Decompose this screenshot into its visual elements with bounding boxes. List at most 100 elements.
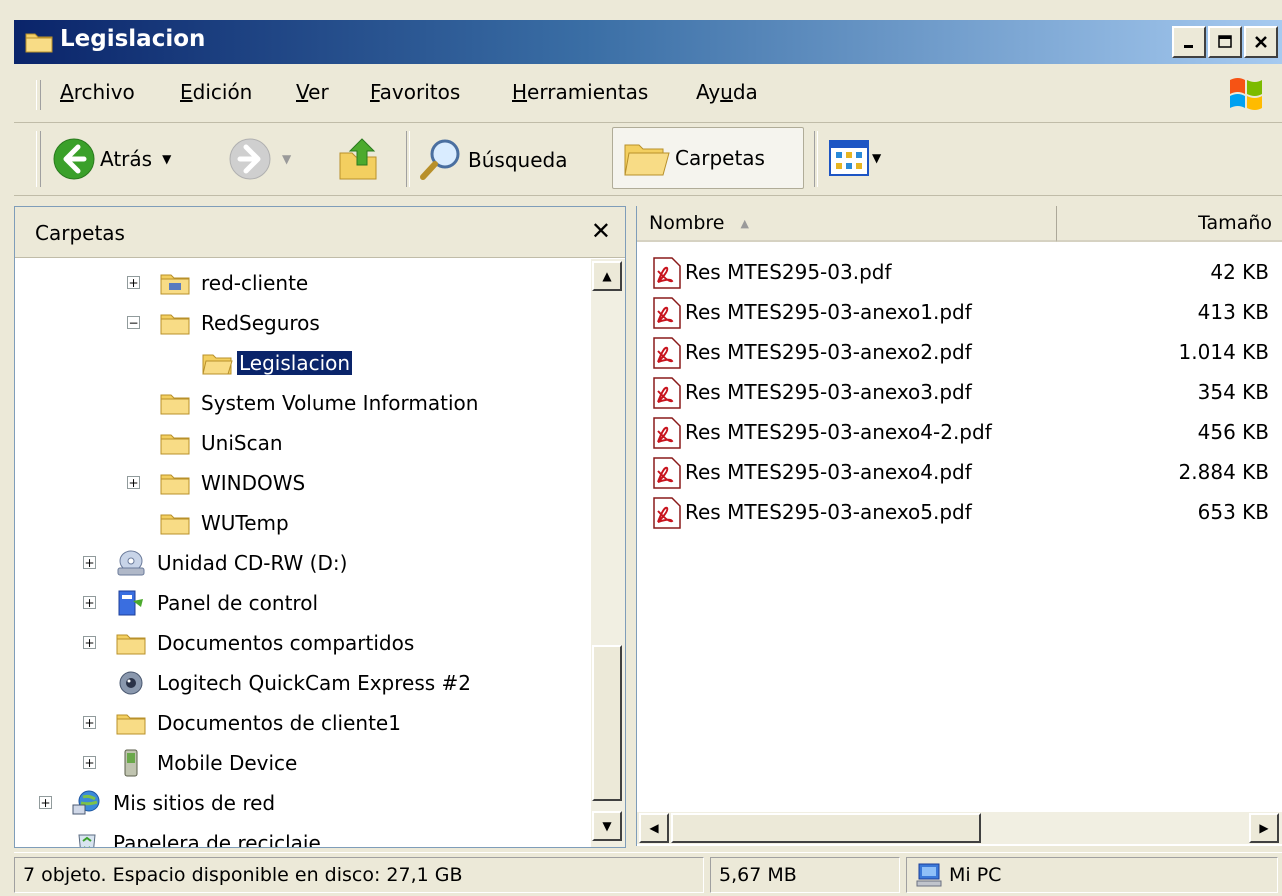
expand-icon[interactable]: + — [83, 716, 96, 729]
status-objects-text: 7 objeto. Espacio disponible en disco: 2… — [23, 864, 463, 886]
pdf-file-icon — [653, 377, 681, 409]
tree-item-windows[interactable]: WINDOWS — [159, 466, 307, 500]
expand-icon[interactable]: + — [83, 636, 96, 649]
file-size: 456 KB — [1197, 420, 1269, 444]
tree-item-recycle-bin[interactable]: Papelera de reciclaje — [71, 826, 323, 847]
toolbar-grip[interactable] — [36, 131, 41, 187]
scroll-right-button[interactable]: ▶ — [1249, 813, 1279, 843]
back-arrow-icon — [53, 138, 95, 180]
menu-grip[interactable] — [36, 80, 41, 110]
title-bar[interactable]: Legislacion — [14, 20, 1282, 64]
maximize-button[interactable] — [1208, 26, 1242, 58]
folders-button[interactable]: Carpetas — [612, 127, 804, 189]
tree-item-label: RedSeguros — [201, 311, 320, 335]
tree-item-webcam[interactable]: Logitech QuickCam Express #2 — [115, 666, 473, 700]
tree-item-legislacion[interactable]: Legislacion — [201, 346, 353, 380]
folder-icon — [25, 33, 53, 53]
horizontal-scroll-thumb[interactable] — [671, 813, 981, 843]
tree-item-label: WUTemp — [201, 511, 289, 535]
expand-icon[interactable]: + — [127, 476, 140, 489]
tree-item-wutemp[interactable]: WUTemp — [159, 506, 291, 540]
close-pane-icon[interactable]: ✕ — [591, 217, 611, 245]
expand-icon[interactable]: + — [83, 556, 96, 569]
tree-item-label: Mis sitios de red — [113, 791, 276, 815]
file-row[interactable]: Res MTES295-03-anexo1.pdf 413 KB — [637, 292, 1282, 332]
arrow-left-icon: ◀ — [649, 821, 659, 835]
search-button[interactable]: Búsqueda — [418, 137, 567, 183]
file-row[interactable]: Res MTES295-03-anexo3.pdf 354 KB — [637, 372, 1282, 412]
tree-item-network-places[interactable]: Mis sitios de red — [71, 786, 277, 820]
files-horizontal-scrollbar[interactable]: ◀ ▶ — [637, 812, 1282, 844]
my-computer-icon — [916, 863, 942, 887]
network-folder-icon — [160, 274, 190, 295]
views-icon — [829, 140, 869, 176]
forward-dropdown-icon[interactable]: ▼ — [282, 152, 291, 166]
menu-herramientas[interactable]: Herramientas — [512, 80, 648, 104]
open-folder-icon — [202, 354, 233, 375]
forward-button[interactable]: ▼ — [228, 137, 291, 181]
file-row[interactable]: Res MTES295-03-anexo5.pdf 653 KB — [637, 492, 1282, 532]
window-title: Legislacion — [60, 26, 206, 52]
expand-icon[interactable]: + — [39, 796, 52, 809]
expand-icon[interactable]: + — [83, 596, 96, 609]
arrow-right-icon: ▶ — [1259, 821, 1269, 835]
menu-bar: Archivo Edición Ver Favoritos Herramient… — [14, 66, 1282, 123]
views-dropdown-icon[interactable]: ▼ — [872, 151, 881, 165]
scroll-left-button[interactable]: ◀ — [639, 813, 669, 843]
menu-favoritos[interactable]: Favoritos — [370, 80, 460, 104]
tree-item-mobile-device[interactable]: Mobile Device — [115, 746, 299, 780]
toolbar-separator — [406, 131, 410, 187]
menu-edicion[interactable]: Edición — [180, 80, 252, 104]
file-name: Res MTES295-03-anexo3.pdf — [685, 380, 972, 404]
folders-icon — [624, 144, 670, 176]
tree-item-cd-drive[interactable]: Unidad CD-RW (D:) — [115, 546, 349, 580]
file-size: 413 KB — [1197, 300, 1269, 324]
tree-item-label: Mobile Device — [157, 751, 298, 775]
folders-pane: Carpetas ✕ + red-cliente − RedSeguros Le… — [14, 206, 626, 848]
column-header-size-label: Tamaño — [1198, 212, 1272, 234]
scroll-up-button[interactable]: ▲ — [592, 261, 622, 291]
tree-item-label: Logitech QuickCam Express #2 — [157, 671, 472, 695]
expand-icon[interactable]: + — [127, 276, 140, 289]
tree-item-red-cliente[interactable]: red-cliente — [159, 266, 310, 300]
file-size: 1.014 KB — [1178, 340, 1269, 364]
status-bar: 7 objeto. Espacio disponible en disco: 2… — [14, 852, 1282, 896]
tree-item-cliente1-documents[interactable]: Documentos de cliente1 — [115, 706, 403, 740]
tree-item-system-volume-information[interactable]: System Volume Information — [159, 386, 480, 420]
file-row[interactable]: Res MTES295-03-anexo2.pdf 1.014 KB — [637, 332, 1282, 372]
tree-item-shared-documents[interactable]: Documentos compartidos — [115, 626, 416, 660]
menu-ayuda[interactable]: Ayuda — [696, 80, 758, 104]
search-label: Búsqueda — [468, 148, 568, 172]
minimize-button[interactable] — [1172, 26, 1206, 58]
recycle-bin-icon — [78, 834, 96, 847]
up-folder-button[interactable] — [336, 135, 382, 183]
tree-item-uniscan[interactable]: UniScan — [159, 426, 285, 460]
pdf-file-icon — [653, 297, 681, 329]
search-magnifier-icon — [420, 139, 460, 180]
arrow-down-icon: ▼ — [602, 819, 612, 833]
folder-icon — [160, 434, 190, 455]
folders-vertical-scrollbar[interactable]: ▲ ▼ — [591, 259, 625, 847]
collapse-icon[interactable]: − — [127, 316, 140, 329]
back-dropdown-icon[interactable]: ▼ — [162, 152, 171, 166]
menu-ver[interactable]: Ver — [296, 80, 329, 104]
file-row[interactable]: Res MTES295-03-anexo4.pdf 2.884 KB — [637, 452, 1282, 492]
file-row[interactable]: Res MTES295-03-anexo4-2.pdf 456 KB — [637, 412, 1282, 452]
scroll-thumb[interactable] — [592, 645, 622, 801]
close-button[interactable] — [1244, 26, 1278, 58]
windows-logo-icon — [1230, 78, 1262, 110]
scroll-down-button[interactable]: ▼ — [592, 811, 622, 841]
back-button[interactable]: Atrás ▼ — [52, 137, 171, 181]
tree-item-label: Documentos de cliente1 — [157, 711, 401, 735]
status-size: 5,67 MB — [710, 857, 900, 893]
column-header-size[interactable]: Tamaño — [1057, 206, 1282, 242]
expand-icon[interactable]: + — [83, 756, 96, 769]
views-button[interactable]: ▼ — [828, 139, 881, 177]
mobile-device-icon — [124, 749, 138, 777]
tree-item-control-panel[interactable]: Panel de control — [115, 586, 320, 620]
file-row[interactable]: Res MTES295-03.pdf 42 KB — [637, 252, 1282, 292]
column-header-name[interactable]: Nombre ▲ — [637, 206, 1057, 242]
tree-item-redseguros[interactable]: RedSeguros — [159, 306, 322, 340]
file-name: Res MTES295-03.pdf — [685, 260, 892, 284]
menu-archivo[interactable]: Archivo — [60, 80, 135, 104]
